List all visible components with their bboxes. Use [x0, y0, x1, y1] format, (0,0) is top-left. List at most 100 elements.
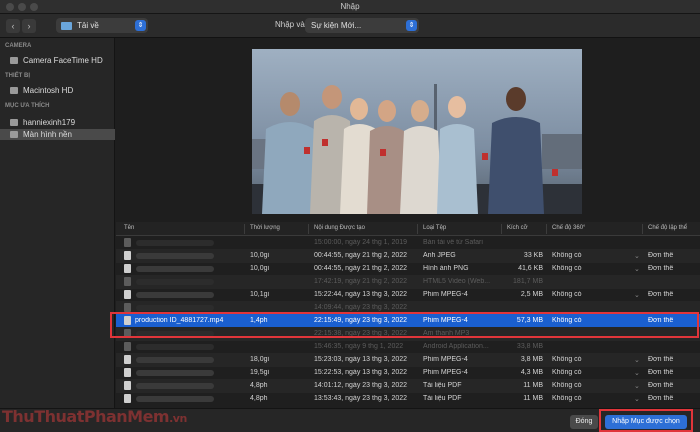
chevron-down-icon[interactable]: ⌄ [634, 265, 640, 273]
column-header-duration[interactable]: Thời lượng [250, 225, 280, 231]
column-header-type[interactable]: Loại Tệp [423, 225, 446, 231]
file-name-blurred [136, 292, 214, 298]
sidebar-item-label: Màn hình nền [23, 130, 72, 139]
file-name-blurred [136, 240, 214, 246]
close-button[interactable]: Đóng [570, 415, 598, 429]
sidebar-item-desktop[interactable]: Màn hình nền [0, 129, 115, 140]
chevron-down-icon[interactable]: ⌄ [634, 291, 640, 299]
cell-type: Phim MPEG-4 [423, 369, 468, 376]
table-row[interactable]: 18,0gi 15:23:03, ngày 13 thg 3, 2022 Phim … [116, 353, 700, 367]
table-row[interactable]: 15:46:35, ngày 9 thg 1, 2022 Android Appl… [116, 340, 700, 354]
cell-created: 13:53:43, ngày 23 thg 3, 2022 [314, 395, 408, 402]
cell-type: Tài liệu PDF [423, 395, 462, 402]
table-row[interactable]: 19,5gi 15:22:53, ngày 13 thg 3, 2022 Phim … [116, 366, 700, 380]
window-titlebar: Nhập [0, 0, 700, 14]
file-icon [124, 238, 131, 247]
sidebar-item-macintosh-hd[interactable]: Macintosh HD [0, 85, 115, 96]
file-icon [124, 394, 131, 403]
highlight-box-selected-row [110, 312, 699, 338]
cell-duration: 10,0gi [250, 252, 270, 259]
window-title: Nhập [340, 2, 360, 11]
file-name-blurred [136, 396, 214, 402]
cell-mode360: Không có [552, 291, 582, 298]
chevron-down-icon[interactable]: ⌄ [634, 382, 640, 390]
cell-duration: 4,8ph [250, 395, 268, 402]
sidebar-heading-favorites: MỤC ƯA THÍCH [5, 103, 50, 109]
column-separator [417, 224, 418, 234]
chevron-down-icon[interactable]: ⌄ [634, 369, 640, 377]
cell-type: Bản tải về từ Safari [423, 239, 483, 246]
table-row[interactable]: 4,8ph 13:53:43, ngày 23 thg 3, 2022 Tài li… [116, 392, 700, 406]
column-separator [308, 224, 309, 234]
cell-created: 14:01:12, ngày 23 thg 3, 2022 [314, 382, 408, 389]
cell-duration: 19,5gi [250, 369, 270, 376]
chevron-down-icon[interactable]: ⌄ [634, 252, 640, 260]
cell-created: 00:44:55, ngày 21 thg 2, 2022 [314, 265, 408, 272]
cell-mode360: Không có [552, 395, 582, 402]
cell-type: Ảnh JPEG [423, 252, 456, 259]
chevron-down-icon[interactable]: ⌄ [634, 356, 640, 364]
file-icon [124, 303, 131, 312]
column-header-mode360[interactable]: Chế độ 360° [552, 225, 585, 231]
watermark-suffix: .vn [169, 412, 187, 425]
folder-select[interactable]: Tải về ⇕ [56, 18, 148, 33]
forward-button[interactable]: › [22, 19, 36, 33]
cell-mode360: Không có [552, 369, 582, 376]
file-name-blurred [136, 357, 214, 363]
table-row[interactable]: 4,8ph 14:01:12, ngày 23 thg 3, 2022 Tài li… [116, 379, 700, 393]
preview-pane [116, 38, 700, 222]
file-icon [124, 264, 131, 273]
file-icon [124, 381, 131, 390]
column-header-size[interactable]: Kích cỡ [507, 225, 528, 231]
cell-duration: 10,1gi [250, 291, 270, 298]
file-name-blurred [136, 370, 214, 376]
file-icon [124, 342, 131, 351]
table-row[interactable]: 10,1gi 15:22:44, ngày 13 thg 3, 2022 Phim … [116, 288, 700, 302]
file-icon [124, 290, 131, 299]
table-row[interactable]: 10,0gi 00:44:55, ngày 21 thg 2, 2022 Ảnh J… [116, 249, 700, 263]
cell-size: 11 MB [523, 382, 543, 389]
cell-stereo: Đơn thể [648, 252, 674, 259]
file-name-blurred [136, 305, 214, 311]
cell-stereo: Đơn thể [648, 265, 674, 272]
cell-duration: 18,0gi [250, 356, 270, 363]
sidebar-item-home[interactable]: hanniexinh179 [0, 117, 115, 128]
file-icon [124, 251, 131, 260]
cell-type: Phim MPEG-4 [423, 291, 468, 298]
cell-mode360: Không có [552, 252, 582, 259]
cell-created: 15:22:53, ngày 13 thg 3, 2022 [314, 369, 408, 376]
cell-created: 14:09:44, ngày 23 thg 3, 2022 [314, 304, 408, 311]
column-header-created[interactable]: Nội dung Được tạo [314, 225, 365, 231]
import-target-select[interactable]: Sự kiện Mới... ⇕ [305, 18, 419, 33]
cell-size: 33 KB [523, 252, 543, 259]
column-header-stereo[interactable]: Chế độ lập thể [648, 225, 687, 231]
back-button[interactable]: ‹ [6, 19, 20, 33]
cell-stereo: Đơn thể [648, 291, 674, 298]
sidebar-item-label: hanniexinh179 [23, 118, 76, 127]
highlight-box-import-button [599, 409, 693, 432]
import-target-label: Sự kiện Mới... [311, 21, 362, 30]
toolbar: ‹ › Tải về ⇕ Nhập vào: Sự kiện Mới... ⇕ [0, 14, 700, 38]
cell-type: Hình ảnh PNG [423, 265, 469, 272]
sidebar-item-label: Macintosh HD [23, 86, 74, 95]
cell-size: 11 MB [523, 395, 543, 402]
cell-created: 15:00:00, ngày 24 thg 1, 2019 [314, 239, 408, 246]
cell-type: Tài liệu PDF [423, 382, 462, 389]
cell-stereo: Đơn thể [648, 356, 674, 363]
table-row[interactable]: 17:42:19, ngày 21 thg 2, 2022 HTML5 Video… [116, 275, 700, 289]
cell-mode360: Không có [552, 265, 582, 272]
sidebar-item-camera[interactable]: Camera FaceTime HD [0, 55, 115, 66]
cell-created: 15:46:35, ngày 9 thg 1, 2022 [314, 343, 404, 350]
table-row[interactable]: 15:00:00, ngày 24 thg 1, 2019 Bản tải về … [116, 236, 700, 250]
cell-mode360: Không có [552, 382, 582, 389]
column-header-name[interactable]: Tên [124, 225, 134, 231]
home-icon [10, 119, 18, 126]
chevron-down-icon[interactable]: ⌄ [634, 395, 640, 403]
table-header: Tên Thời lượng Nội dung Được tạo Loại Tệ… [116, 222, 700, 236]
folder-select-label: Tải về [77, 21, 99, 30]
folder-icon [61, 22, 72, 30]
cell-size: 41,6 KB [518, 265, 543, 272]
cell-size: 181,7 MB [513, 278, 543, 285]
column-separator [546, 224, 547, 234]
table-row[interactable]: 10,0gi 00:44:55, ngày 21 thg 2, 2022 Hình … [116, 262, 700, 276]
